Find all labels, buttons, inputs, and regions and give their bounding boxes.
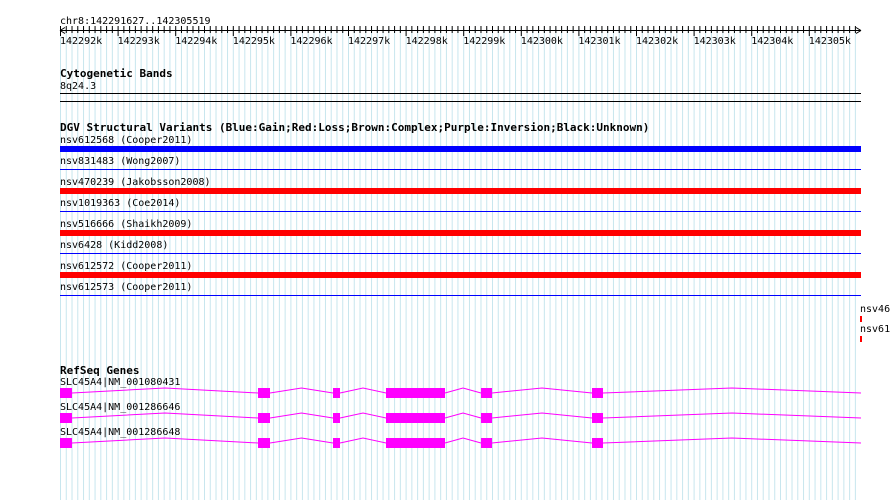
offscreen-variant-mark[interactable] xyxy=(860,316,862,322)
ruler-tick-label: 142295k xyxy=(233,36,275,47)
gene-exon[interactable] xyxy=(258,438,270,448)
ruler-tick-label: 142293k xyxy=(118,36,160,47)
ruler-tick-label: 142301k xyxy=(578,36,620,47)
gene-exon[interactable] xyxy=(592,413,603,423)
gene-exon[interactable] xyxy=(258,413,270,423)
variant-label[interactable]: nsv612568 (Cooper2011) xyxy=(60,135,192,146)
variant-label[interactable]: nsv1019363 (Coe2014) xyxy=(60,198,180,209)
variant-label[interactable]: nsv612573 (Cooper2011) xyxy=(60,282,192,293)
gene-exon[interactable] xyxy=(60,388,72,398)
gene-exon[interactable] xyxy=(386,388,445,398)
gene-exon[interactable] xyxy=(386,413,445,423)
cytoband-track-title[interactable]: Cytogenetic Bands xyxy=(60,68,173,80)
variant-label[interactable]: nsv831483 (Wong2007) xyxy=(60,156,180,167)
ruler-tick-label: 142296k xyxy=(290,36,332,47)
gene-intron-line[interactable] xyxy=(71,437,862,444)
gene-exon[interactable] xyxy=(258,388,270,398)
gene-intron-line[interactable] xyxy=(71,412,862,419)
gene-exon[interactable] xyxy=(386,438,445,448)
ruler-tick-label: 142300k xyxy=(521,36,563,47)
gene-exon[interactable] xyxy=(333,388,340,398)
ruler-tick-label: 142297k xyxy=(348,36,390,47)
cytoband-label: 8q24.3 xyxy=(60,81,97,92)
gene-exon[interactable] xyxy=(333,438,340,448)
variant-bar[interactable] xyxy=(60,272,861,278)
gene-label[interactable]: SLC45A4|NM_001286648 xyxy=(60,427,180,438)
gene-exon[interactable] xyxy=(481,413,492,423)
variant-label[interactable]: nsv516666 (Shaikh2009) xyxy=(60,219,192,230)
variant-label[interactable]: nsv470239 (Jakobsson2008) xyxy=(60,177,211,188)
dgv-track-title[interactable]: DGV Structural Variants (Blue:Gain;Red:L… xyxy=(60,122,649,134)
offscreen-variant-label[interactable]: nsv61 xyxy=(860,324,890,335)
gene-exon[interactable] xyxy=(481,438,492,448)
ruler-tick-label: 142299k xyxy=(463,36,505,47)
variant-bar[interactable] xyxy=(60,230,861,236)
ruler-tick-label: 142305k xyxy=(809,36,851,47)
gene-exon[interactable] xyxy=(60,438,72,448)
gene-exon[interactable] xyxy=(592,438,603,448)
variant-label[interactable]: nsv612572 (Cooper2011) xyxy=(60,261,192,272)
variant-bar[interactable] xyxy=(60,188,861,194)
offscreen-variant-mark[interactable] xyxy=(860,336,862,342)
gene-label[interactable]: SLC45A4|NM_001080431 xyxy=(60,377,180,388)
variant-bar[interactable] xyxy=(60,146,861,152)
ruler-tick-label: 142298k xyxy=(406,36,448,47)
variant-label[interactable]: nsv6428 (Kidd2008) xyxy=(60,240,168,251)
gene-exon[interactable] xyxy=(60,413,72,423)
ruler-tick-label: 142302k xyxy=(636,36,678,47)
gene-exon[interactable] xyxy=(333,413,340,423)
gene-exon[interactable] xyxy=(592,388,603,398)
ruler-tick-label: 142292k xyxy=(60,36,102,47)
ruler-location-label: chr8:142291627..142305519 xyxy=(60,16,211,27)
refseq-track-title[interactable]: RefSeq Genes xyxy=(60,365,139,377)
gene-label[interactable]: SLC45A4|NM_001286646 xyxy=(60,402,180,413)
gene-intron-line[interactable] xyxy=(71,387,862,394)
offscreen-variant-label[interactable]: nsv46 xyxy=(860,304,890,315)
ruler-tick-label: 142304k xyxy=(751,36,793,47)
ruler-tick-label: 142294k xyxy=(175,36,217,47)
gene-exon[interactable] xyxy=(481,388,492,398)
ruler-tick-label: 142303k xyxy=(694,36,736,47)
